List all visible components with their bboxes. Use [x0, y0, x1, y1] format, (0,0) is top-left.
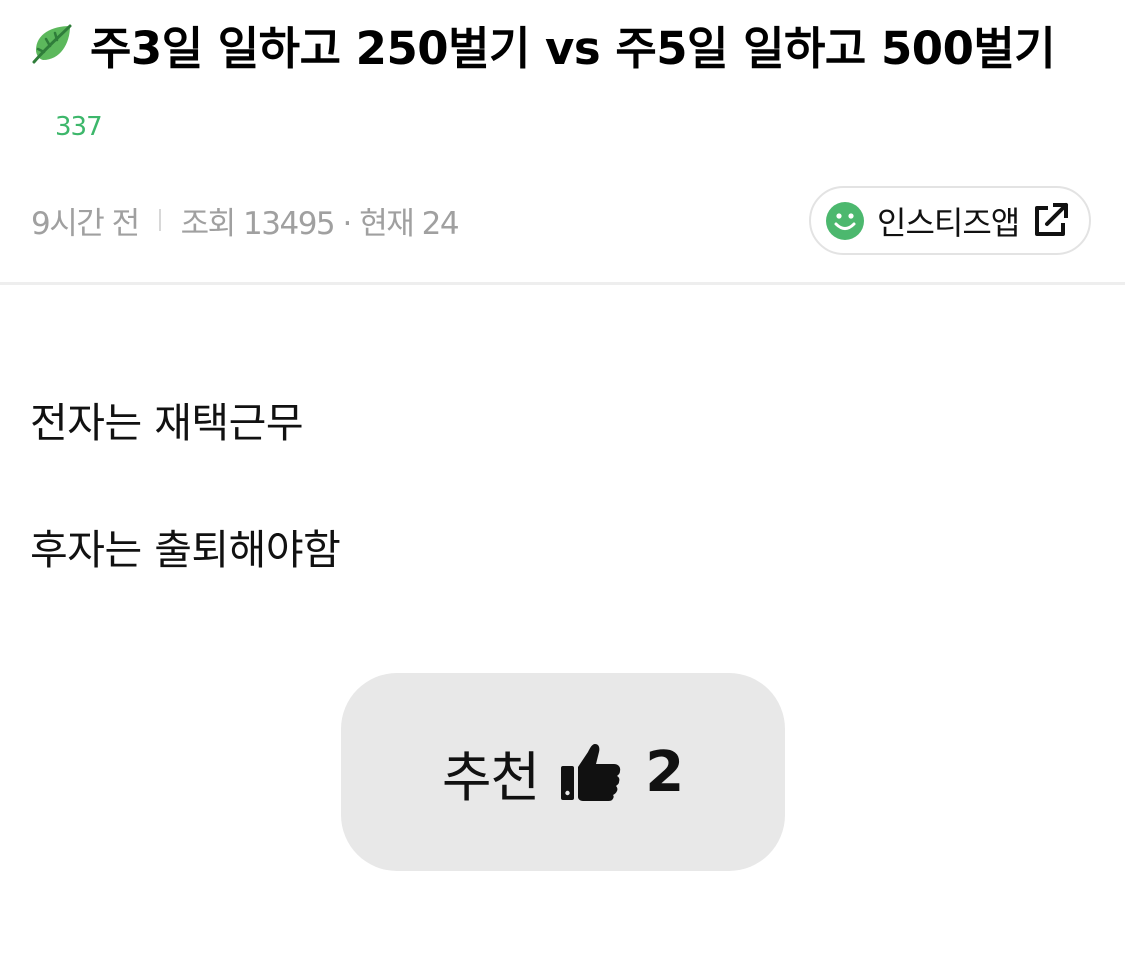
post-time: 9시간 전 — [31, 205, 140, 242]
post-body-line: 후자는 출퇴해야함 — [30, 526, 341, 574]
header-divider — [0, 282, 1125, 285]
recommend-button[interactable]: 추천 2 — [341, 673, 785, 871]
leaf-icon — [30, 22, 74, 66]
external-link-icon — [1031, 202, 1069, 240]
open-app-label: 인스티즈앱 — [877, 203, 1020, 242]
meta-separator — [158, 209, 161, 231]
post-meta: 9시간 전 조회 13495 · 현재 24 — [31, 198, 460, 242]
comment-count[interactable]: 337 — [55, 112, 103, 142]
post-title-row: 주3일 일하고 250벌기 vs 주5일 일하고 500벌기 — [30, 14, 1056, 75]
recommend-count: 2 — [645, 739, 685, 805]
post-views: 조회 13495 · 현재 24 — [180, 205, 460, 242]
open-app-button[interactable]: 인스티즈앱 — [809, 186, 1091, 255]
post-title: 주3일 일하고 250벌기 vs 주5일 일하고 500벌기 — [90, 21, 1056, 75]
thumbs-up-icon — [559, 740, 623, 804]
post-body-line: 전자는 재택근무 — [30, 399, 304, 447]
recommend-label: 추천 — [441, 745, 540, 809]
smile-icon — [825, 201, 865, 241]
